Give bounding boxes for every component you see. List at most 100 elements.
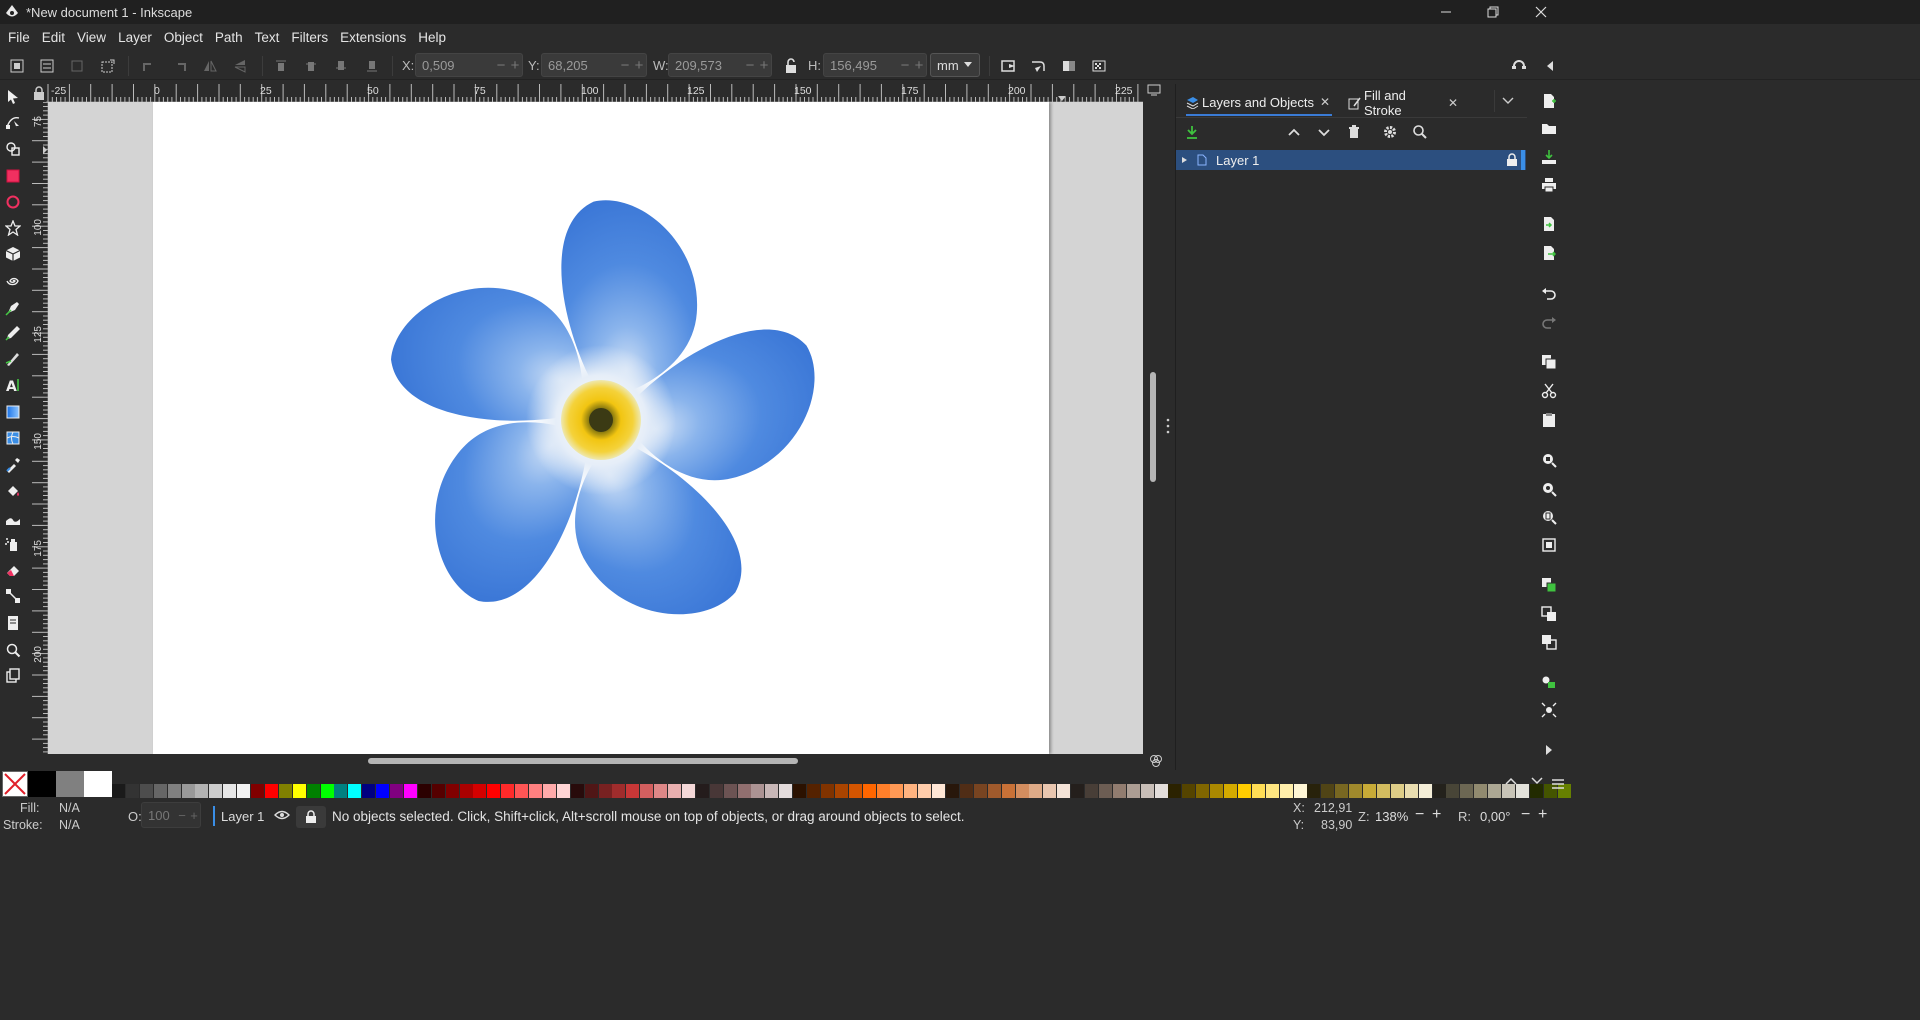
scale-stroke-icon[interactable]: [998, 55, 1020, 77]
color-swatch[interactable]: [723, 784, 737, 798]
raise-to-top-icon[interactable]: [270, 55, 292, 77]
search-icon[interactable]: [1412, 124, 1428, 140]
vertical-scrollbar[interactable]: [1143, 84, 1162, 768]
color-swatch[interactable]: [376, 784, 390, 798]
menu-filters[interactable]: Filters: [285, 30, 334, 45]
color-swatch[interactable]: [973, 784, 987, 798]
color-swatch[interactable]: [1293, 784, 1307, 798]
color-swatch[interactable]: [793, 784, 807, 798]
w-decrement-icon[interactable]: −: [743, 57, 757, 74]
flip-vertical-icon[interactable]: [229, 55, 251, 77]
color-swatch[interactable]: [1390, 784, 1404, 798]
x-increment-icon[interactable]: +: [508, 57, 522, 74]
zoom-tool-icon[interactable]: [4, 641, 22, 659]
color-swatch[interactable]: [807, 784, 820, 798]
color-swatch[interactable]: [681, 784, 695, 798]
color-swatch[interactable]: [918, 784, 932, 798]
color-swatch[interactable]: [904, 784, 918, 798]
color-swatch[interactable]: [139, 784, 153, 798]
panel-drag-handle-icon[interactable]: [1163, 416, 1173, 436]
measure-tool-icon[interactable]: [4, 667, 22, 685]
close-icon[interactable]: ✕: [1448, 96, 1458, 110]
menu-file[interactable]: File: [2, 30, 36, 45]
touch-select-icon[interactable]: [97, 55, 119, 77]
vertical-ruler[interactable]: 75 100 125 150 175 200: [32, 102, 48, 754]
vertical-scroll-thumb[interactable]: [1150, 372, 1156, 482]
undo-icon[interactable]: [1540, 284, 1558, 302]
horizontal-scrollbar[interactable]: [48, 754, 1143, 768]
color-swatch[interactable]: [153, 784, 167, 798]
color-swatch[interactable]: [848, 784, 862, 798]
opacity-field[interactable]: 100 − +: [141, 802, 201, 828]
color-swatch[interactable]: [1210, 784, 1224, 798]
zoom-in-icon[interactable]: +: [1432, 806, 1441, 824]
print-icon[interactable]: [1540, 176, 1558, 194]
current-layer[interactable]: Layer 1: [221, 809, 264, 824]
flip-horizontal-icon[interactable]: [199, 55, 221, 77]
layer-row[interactable]: Layer 1: [1176, 150, 1526, 170]
rotate-cw-step-icon[interactable]: +: [1538, 806, 1547, 824]
spray-tool-icon[interactable]: [4, 535, 22, 553]
color-swatch[interactable]: [473, 784, 487, 798]
node-tool-icon[interactable]: [4, 113, 22, 131]
menu-object[interactable]: Object: [158, 30, 209, 45]
import-icon[interactable]: [1540, 215, 1558, 233]
color-swatch[interactable]: [932, 784, 946, 798]
lock-icon[interactable]: [1506, 153, 1518, 167]
move-down-icon[interactable]: [1316, 124, 1332, 140]
tweak-tool-icon[interactable]: [4, 509, 22, 527]
color-swatch[interactable]: [542, 784, 556, 798]
zoom-fit-icon[interactable]: [1540, 536, 1558, 554]
save-icon[interactable]: [1540, 148, 1558, 166]
color-swatch[interactable]: [751, 784, 765, 798]
color-swatch[interactable]: [1515, 784, 1529, 798]
color-swatch[interactable]: [417, 784, 431, 798]
lock-ratio-icon[interactable]: [780, 55, 802, 77]
export-icon[interactable]: [1540, 244, 1558, 262]
color-swatch[interactable]: [1474, 784, 1488, 798]
move-up-icon[interactable]: [1286, 124, 1302, 140]
color-swatch[interactable]: [1404, 784, 1418, 798]
color-swatch[interactable]: [1140, 784, 1154, 798]
color-swatch[interactable]: [612, 784, 626, 798]
menu-help[interactable]: Help: [412, 30, 452, 45]
color-swatch[interactable]: [320, 784, 334, 798]
h-field[interactable]: 156,495 − +: [823, 53, 927, 77]
calligraphy-tool-icon[interactable]: [4, 350, 22, 368]
clone-icon[interactable]: [1540, 605, 1558, 623]
selector-tool-icon[interactable]: [4, 88, 22, 106]
w-increment-icon[interactable]: +: [757, 57, 771, 74]
color-swatch[interactable]: [278, 784, 292, 798]
color-swatch[interactable]: [1265, 784, 1279, 798]
palette-menu-icon[interactable]: [1551, 778, 1565, 790]
x-decrement-icon[interactable]: −: [494, 57, 508, 74]
color-swatch[interactable]: [598, 784, 612, 798]
color-swatch[interactable]: [125, 784, 139, 798]
color-swatch[interactable]: [195, 784, 209, 798]
page-tool-icon[interactable]: [4, 614, 22, 632]
select-all-icon[interactable]: [6, 55, 28, 77]
eye-icon[interactable]: [274, 809, 290, 821]
ungroup-icon[interactable]: [1540, 701, 1558, 719]
color-swatch[interactable]: [1335, 784, 1349, 798]
menu-path[interactable]: Path: [209, 30, 249, 45]
color-swatch[interactable]: [1488, 784, 1502, 798]
close-icon[interactable]: [1517, 0, 1565, 24]
color-swatch[interactable]: [1376, 784, 1390, 798]
color-swatch[interactable]: [876, 784, 890, 798]
close-icon[interactable]: ✕: [1320, 95, 1330, 109]
color-swatch[interactable]: [1098, 784, 1112, 798]
group-icon[interactable]: [1540, 673, 1558, 691]
opacity-decrement-icon[interactable]: −: [176, 808, 188, 823]
open-folder-icon[interactable]: [1540, 120, 1558, 138]
color-swatch[interactable]: [779, 784, 793, 798]
copy-icon[interactable]: [1540, 353, 1558, 371]
mesh-tool-icon[interactable]: [4, 429, 22, 447]
deselect-icon[interactable]: [66, 55, 88, 77]
color-swatch[interactable]: [1154, 784, 1168, 798]
color-swatch[interactable]: [640, 784, 654, 798]
shape-builder-tool-icon[interactable]: [4, 140, 22, 158]
tabs-menu-chevron-icon[interactable]: [1494, 90, 1520, 112]
zoom-page-icon[interactable]: [1540, 508, 1558, 526]
color-swatch[interactable]: [820, 784, 834, 798]
